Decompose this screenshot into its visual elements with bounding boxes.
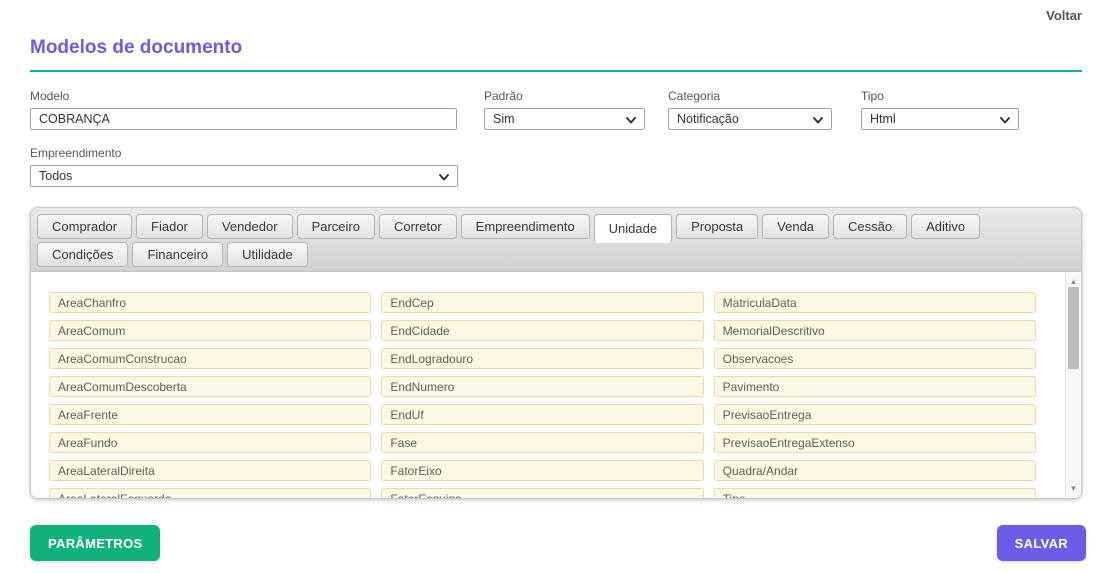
categoria-select-value: Notificação (677, 112, 739, 126)
empreendimento-label: Empreendimento (30, 146, 458, 160)
field-chip[interactable]: EndUf (381, 404, 703, 425)
tab-venda[interactable]: Venda (762, 214, 829, 239)
form-row-1: Modelo Padrão Sim Categoria Notificação … (30, 89, 1082, 130)
empreendimento-field-group: Empreendimento Todos (30, 146, 458, 187)
tab-vendedor[interactable]: Vendedor (207, 214, 293, 239)
tab-cessao[interactable]: Cessão (833, 214, 907, 239)
page-title: Modelos de documento (30, 37, 1082, 59)
tab-condicoes[interactable]: Condições (37, 242, 128, 267)
field-chip[interactable]: Fase (381, 432, 703, 453)
tab-unidade[interactable]: Unidade (594, 214, 672, 243)
chip-column-3: MatriculaData MemorialDescritivo Observa… (714, 292, 1036, 499)
form-area: Modelo Padrão Sim Categoria Notificação … (30, 89, 1082, 187)
field-chip[interactable]: AreaLateralEsquerda (49, 488, 371, 499)
modelo-input[interactable] (30, 108, 457, 130)
padrao-field-group: Padrão Sim (484, 89, 645, 130)
tab-utilidade[interactable]: Utilidade (227, 242, 308, 267)
field-chip[interactable]: Pavimento (714, 376, 1036, 397)
tab-corretor[interactable]: Corretor (379, 214, 457, 239)
page: Voltar Modelos de documento Modelo Padrã… (0, 0, 1112, 573)
tab-fiador[interactable]: Fiador (136, 214, 203, 239)
tab-content: AreaChanfro AreaComum AreaComumConstruca… (31, 272, 1081, 499)
padrao-select-value: Sim (493, 112, 515, 126)
scroll-down-icon[interactable]: ▼ (1066, 481, 1081, 496)
parametros-button[interactable]: PARÂMETROS (30, 525, 160, 561)
field-chip[interactable]: AreaFrente (49, 404, 371, 425)
field-chip[interactable]: PrevisaoEntrega (714, 404, 1036, 425)
field-chip[interactable]: AreaChanfro (49, 292, 371, 313)
footer: PARÂMETROS SALVAR (30, 525, 1086, 561)
categoria-field-group: Categoria Notificação (668, 89, 832, 130)
field-chip[interactable]: FatorEsquina (381, 488, 703, 499)
back-link[interactable]: Voltar (1046, 8, 1082, 23)
tipo-label: Tipo (861, 89, 1019, 103)
chevron-down-icon (438, 171, 450, 183)
field-chip[interactable]: PrevisaoEntregaExtenso (714, 432, 1036, 453)
chip-column-2: EndCep EndCidade EndLogradouro EndNumero… (381, 292, 703, 499)
field-chip[interactable]: EndLogradouro (381, 348, 703, 369)
padrao-select[interactable]: Sim (484, 108, 645, 130)
tab-comprador[interactable]: Comprador (37, 214, 132, 239)
topbar: Voltar (30, 8, 1082, 23)
chevron-down-icon (812, 114, 824, 126)
field-chip[interactable]: EndNumero (381, 376, 703, 397)
tab-parceiro[interactable]: Parceiro (297, 214, 375, 239)
empreendimento-select[interactable]: Todos (30, 165, 458, 187)
categoria-label: Categoria (668, 89, 832, 103)
field-chip[interactable]: AreaLateralDireita (49, 460, 371, 481)
tab-empreendimento[interactable]: Empreendimento (461, 214, 590, 239)
tabstrip: Comprador Fiador Vendedor Parceiro Corre… (31, 208, 1081, 272)
chevron-down-icon (625, 114, 637, 126)
field-chip[interactable]: Quadra/Andar (714, 460, 1036, 481)
title-divider (30, 70, 1082, 72)
field-chip[interactable]: MemorialDescritivo (714, 320, 1036, 341)
chevron-down-icon (999, 114, 1011, 126)
padrao-label: Padrão (484, 89, 645, 103)
tipo-field-group: Tipo Html (861, 89, 1019, 130)
chip-column-1: AreaChanfro AreaComum AreaComumConstruca… (49, 292, 371, 499)
tab-financeiro[interactable]: Financeiro (132, 242, 223, 267)
tab-proposta[interactable]: Proposta (676, 214, 758, 239)
form-row-2: Empreendimento Todos (30, 146, 1082, 187)
vertical-scrollbar[interactable]: ▲ ▼ (1065, 272, 1080, 498)
field-chip[interactable]: EndCep (381, 292, 703, 313)
field-chip[interactable]: Tipo (714, 488, 1036, 499)
field-chip[interactable]: AreaFundo (49, 432, 371, 453)
field-chip[interactable]: AreaComumDescoberta (49, 376, 371, 397)
field-chip[interactable]: Observacoes (714, 348, 1036, 369)
empreendimento-select-value: Todos (39, 169, 72, 183)
field-chip[interactable]: AreaComum (49, 320, 371, 341)
tipo-select[interactable]: Html (861, 108, 1019, 130)
fields-panel: Comprador Fiador Vendedor Parceiro Corre… (30, 207, 1082, 499)
salvar-button[interactable]: SALVAR (997, 525, 1086, 561)
field-chip[interactable]: EndCidade (381, 320, 703, 341)
field-chip[interactable]: FatorEixo (381, 460, 703, 481)
chips-area: AreaChanfro AreaComum AreaComumConstruca… (31, 272, 1081, 499)
field-chip[interactable]: MatriculaData (714, 292, 1036, 313)
field-chip[interactable]: AreaComumConstrucao (49, 348, 371, 369)
modelo-label: Modelo (30, 89, 457, 103)
modelo-field-group: Modelo (30, 89, 457, 130)
tab-aditivo[interactable]: Aditivo (911, 214, 980, 239)
categoria-select[interactable]: Notificação (668, 108, 832, 130)
tipo-select-value: Html (870, 112, 896, 126)
scrollbar-thumb[interactable] (1068, 287, 1079, 369)
